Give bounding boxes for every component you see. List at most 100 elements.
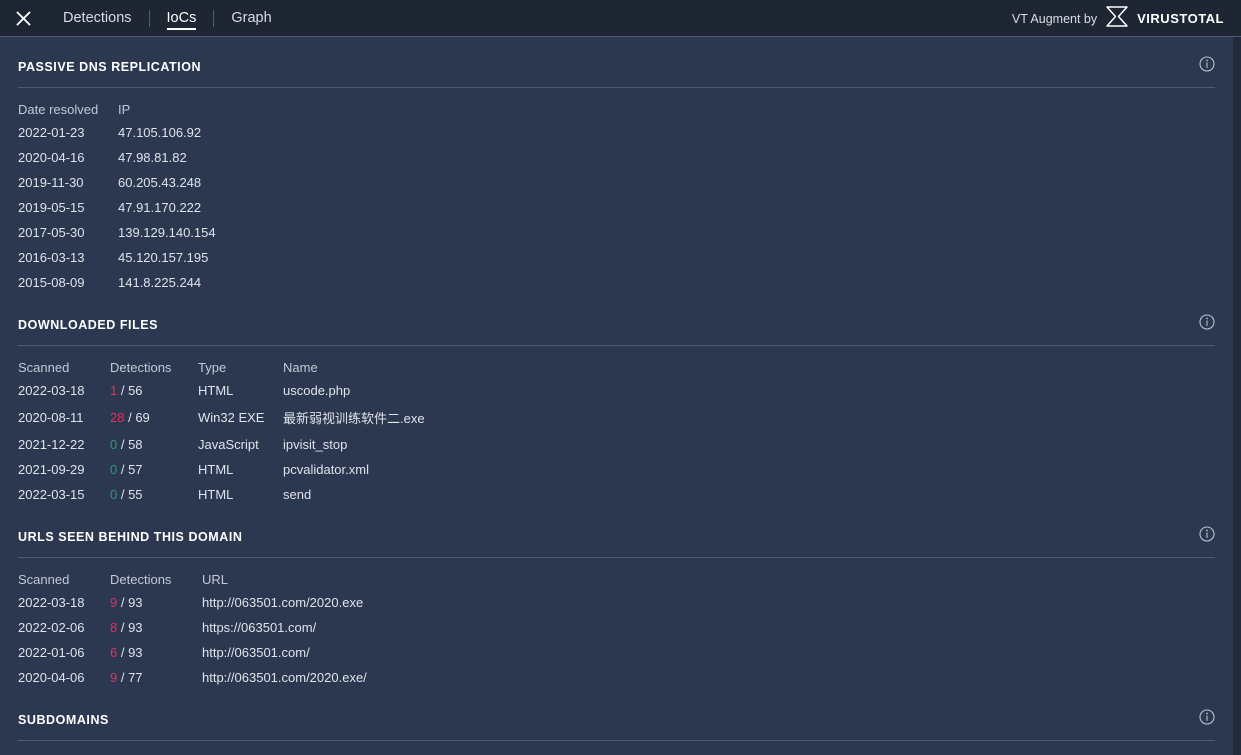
detection-total: 93 — [128, 620, 142, 635]
table-row[interactable]: 2022-01-06 6 / 93 http://063501.com/ — [18, 640, 1215, 665]
cell-detections: 0 / 55 — [110, 482, 198, 507]
info-icon[interactable] — [1199, 709, 1215, 730]
urls-table: Scanned Detections URL 2022-03-18 9 / 93… — [18, 561, 1215, 690]
cell-date: 2019-11-30 — [18, 170, 118, 195]
section-header: DOWNLOADED FILES — [18, 295, 1215, 335]
cell-scanned: 2021-09-29 — [18, 457, 110, 482]
info-icon[interactable] — [1199, 314, 1215, 335]
cell-detections: 28 / 69 — [110, 403, 198, 432]
detection-total: 77 — [128, 670, 142, 685]
brand-area: VT Augment by VIRUSTOTAL — [1012, 0, 1224, 37]
cell-scanned: 2022-01-06 — [18, 640, 110, 665]
column-date-resolved: Date resolved — [18, 91, 118, 120]
cell-detections: 9 / 77 — [110, 665, 202, 690]
cell-detections: 6 / 93 — [110, 640, 202, 665]
table-row[interactable]: www.063501.com 6 / 91 47.105.106.92 — [18, 744, 1215, 755]
cell-date: 2020-04-16 — [18, 145, 118, 170]
cell-type: JavaScript — [198, 432, 283, 457]
cell-ip: 141.8.225.244 — [118, 270, 1215, 295]
close-button[interactable] — [0, 0, 46, 37]
table-row[interactable]: 2021-12-22 0 / 58 JavaScript ipvisit_sto… — [18, 432, 1215, 457]
section-header: URLS SEEN BEHIND THIS DOMAIN — [18, 507, 1215, 547]
cell-type: HTML — [198, 457, 283, 482]
tab-iocs[interactable]: IoCs — [150, 0, 214, 37]
cell-type: Win32 EXE — [198, 403, 283, 432]
table-row[interactable]: 2017-05-30 139.129.140.154 — [18, 220, 1215, 245]
scrollbar-track[interactable] — [1233, 37, 1241, 755]
table-row[interactable]: 2022-02-06 8 / 93 https://063501.com/ — [18, 615, 1215, 640]
table-header-row: Date resolved IP — [18, 91, 1215, 120]
cell-scanned: 2022-03-18 — [18, 378, 110, 403]
table-header-row: Scanned Detections Type Name — [18, 349, 1215, 378]
detection-total: 55 — [128, 487, 142, 502]
table-header-row: Scanned Detections URL — [18, 561, 1215, 590]
section-divider — [18, 87, 1215, 88]
close-icon — [16, 11, 31, 26]
section-header: SUBDOMAINS — [18, 690, 1215, 730]
section-title: PASSIVE DNS REPLICATION — [18, 60, 201, 74]
tab-detections-label: Detections — [63, 10, 132, 26]
column-name: Name — [283, 349, 1215, 378]
info-icon[interactable] — [1199, 526, 1215, 547]
table-row[interactable]: 2020-04-16 47.98.81.82 — [18, 145, 1215, 170]
detection-total: 56 — [128, 383, 142, 398]
cell-url: http://063501.com/ — [202, 640, 1215, 665]
section-title: SUBDOMAINS — [18, 713, 109, 727]
table-row[interactable]: 2021-09-29 0 / 57 HTML pcvalidator.xml — [18, 457, 1215, 482]
table-row[interactable]: 2020-04-06 9 / 77 http://063501.com/2020… — [18, 665, 1215, 690]
cell-subdomain: www.063501.com — [18, 744, 145, 755]
column-detections: Detections — [110, 561, 202, 590]
cell-date: 2022-01-23 — [18, 120, 118, 145]
tab-graph[interactable]: Graph — [214, 0, 288, 37]
section-title: DOWNLOADED FILES — [18, 318, 158, 332]
cell-detections: 0 / 57 — [110, 457, 198, 482]
table-row[interactable]: 2020-08-11 28 / 69 Win32 EXE 最新弱视训练软件二.e… — [18, 403, 1215, 432]
brand-prefix-label: VT Augment by — [1012, 12, 1097, 26]
table-row[interactable]: 2022-03-18 1 / 56 HTML uscode.php — [18, 378, 1215, 403]
tab-bar: Detections IoCs Graph — [46, 0, 289, 37]
table-row[interactable]: 2022-03-18 9 / 93 http://063501.com/2020… — [18, 590, 1215, 615]
detection-total: 58 — [128, 437, 142, 452]
table-row[interactable]: 2019-11-30 60.205.43.248 — [18, 170, 1215, 195]
table-row[interactable]: 2015-08-09 141.8.225.244 — [18, 270, 1215, 295]
section-downloaded-files: DOWNLOADED FILES Scanned Detections Type… — [0, 295, 1233, 507]
cell-ip: 47.105.106.92 — [200, 744, 1215, 755]
section-divider — [18, 345, 1215, 346]
detection-count: 28 — [110, 410, 124, 425]
ioc-content-scroll-area[interactable]: PASSIVE DNS REPLICATION Date resolved IP… — [0, 37, 1233, 755]
cell-ip: 45.120.157.195 — [118, 245, 1215, 270]
table-row[interactable]: 2016-03-13 45.120.157.195 — [18, 245, 1215, 270]
cell-name: pcvalidator.xml — [283, 457, 1215, 482]
virustotal-chevron-icon — [1106, 6, 1129, 32]
cell-detections: 8 / 93 — [110, 615, 202, 640]
tab-detections[interactable]: Detections — [46, 0, 149, 37]
tab-graph-label: Graph — [231, 10, 271, 26]
cell-name: uscode.php — [283, 378, 1215, 403]
downloaded-files-table: Scanned Detections Type Name 2022-03-18 … — [18, 349, 1215, 507]
detection-total: 69 — [135, 410, 149, 425]
cell-date: 2019-05-15 — [18, 195, 118, 220]
cell-scanned: 2021-12-22 — [18, 432, 110, 457]
cell-detections: 6 / 91 — [145, 744, 200, 755]
cell-url: http://063501.com/2020.exe — [202, 590, 1215, 615]
info-icon[interactable] — [1199, 56, 1215, 77]
column-url: URL — [202, 561, 1215, 590]
passive-dns-table: Date resolved IP 2022-01-23 47.105.106.9… — [18, 91, 1215, 295]
cell-name: 最新弱视训练软件二.exe — [283, 403, 1215, 432]
column-scanned: Scanned — [18, 561, 110, 590]
section-passive-dns: PASSIVE DNS REPLICATION Date resolved IP… — [0, 37, 1233, 295]
cell-url: http://063501.com/2020.exe/ — [202, 665, 1215, 690]
cell-date: 2015-08-09 — [18, 270, 118, 295]
table-row[interactable]: 2019-05-15 47.91.170.222 — [18, 195, 1215, 220]
cell-date: 2017-05-30 — [18, 220, 118, 245]
column-ip: IP — [118, 91, 1215, 120]
column-scanned: Scanned — [18, 349, 110, 378]
table-row[interactable]: 2022-03-15 0 / 55 HTML send — [18, 482, 1215, 507]
column-detections: Detections — [110, 349, 198, 378]
column-type: Type — [198, 349, 283, 378]
section-header: PASSIVE DNS REPLICATION — [18, 37, 1215, 77]
table-row[interactable]: 2022-01-23 47.105.106.92 — [18, 120, 1215, 145]
cell-scanned: 2022-03-15 — [18, 482, 110, 507]
cell-date: 2016-03-13 — [18, 245, 118, 270]
cell-detections: 1 / 56 — [110, 378, 198, 403]
